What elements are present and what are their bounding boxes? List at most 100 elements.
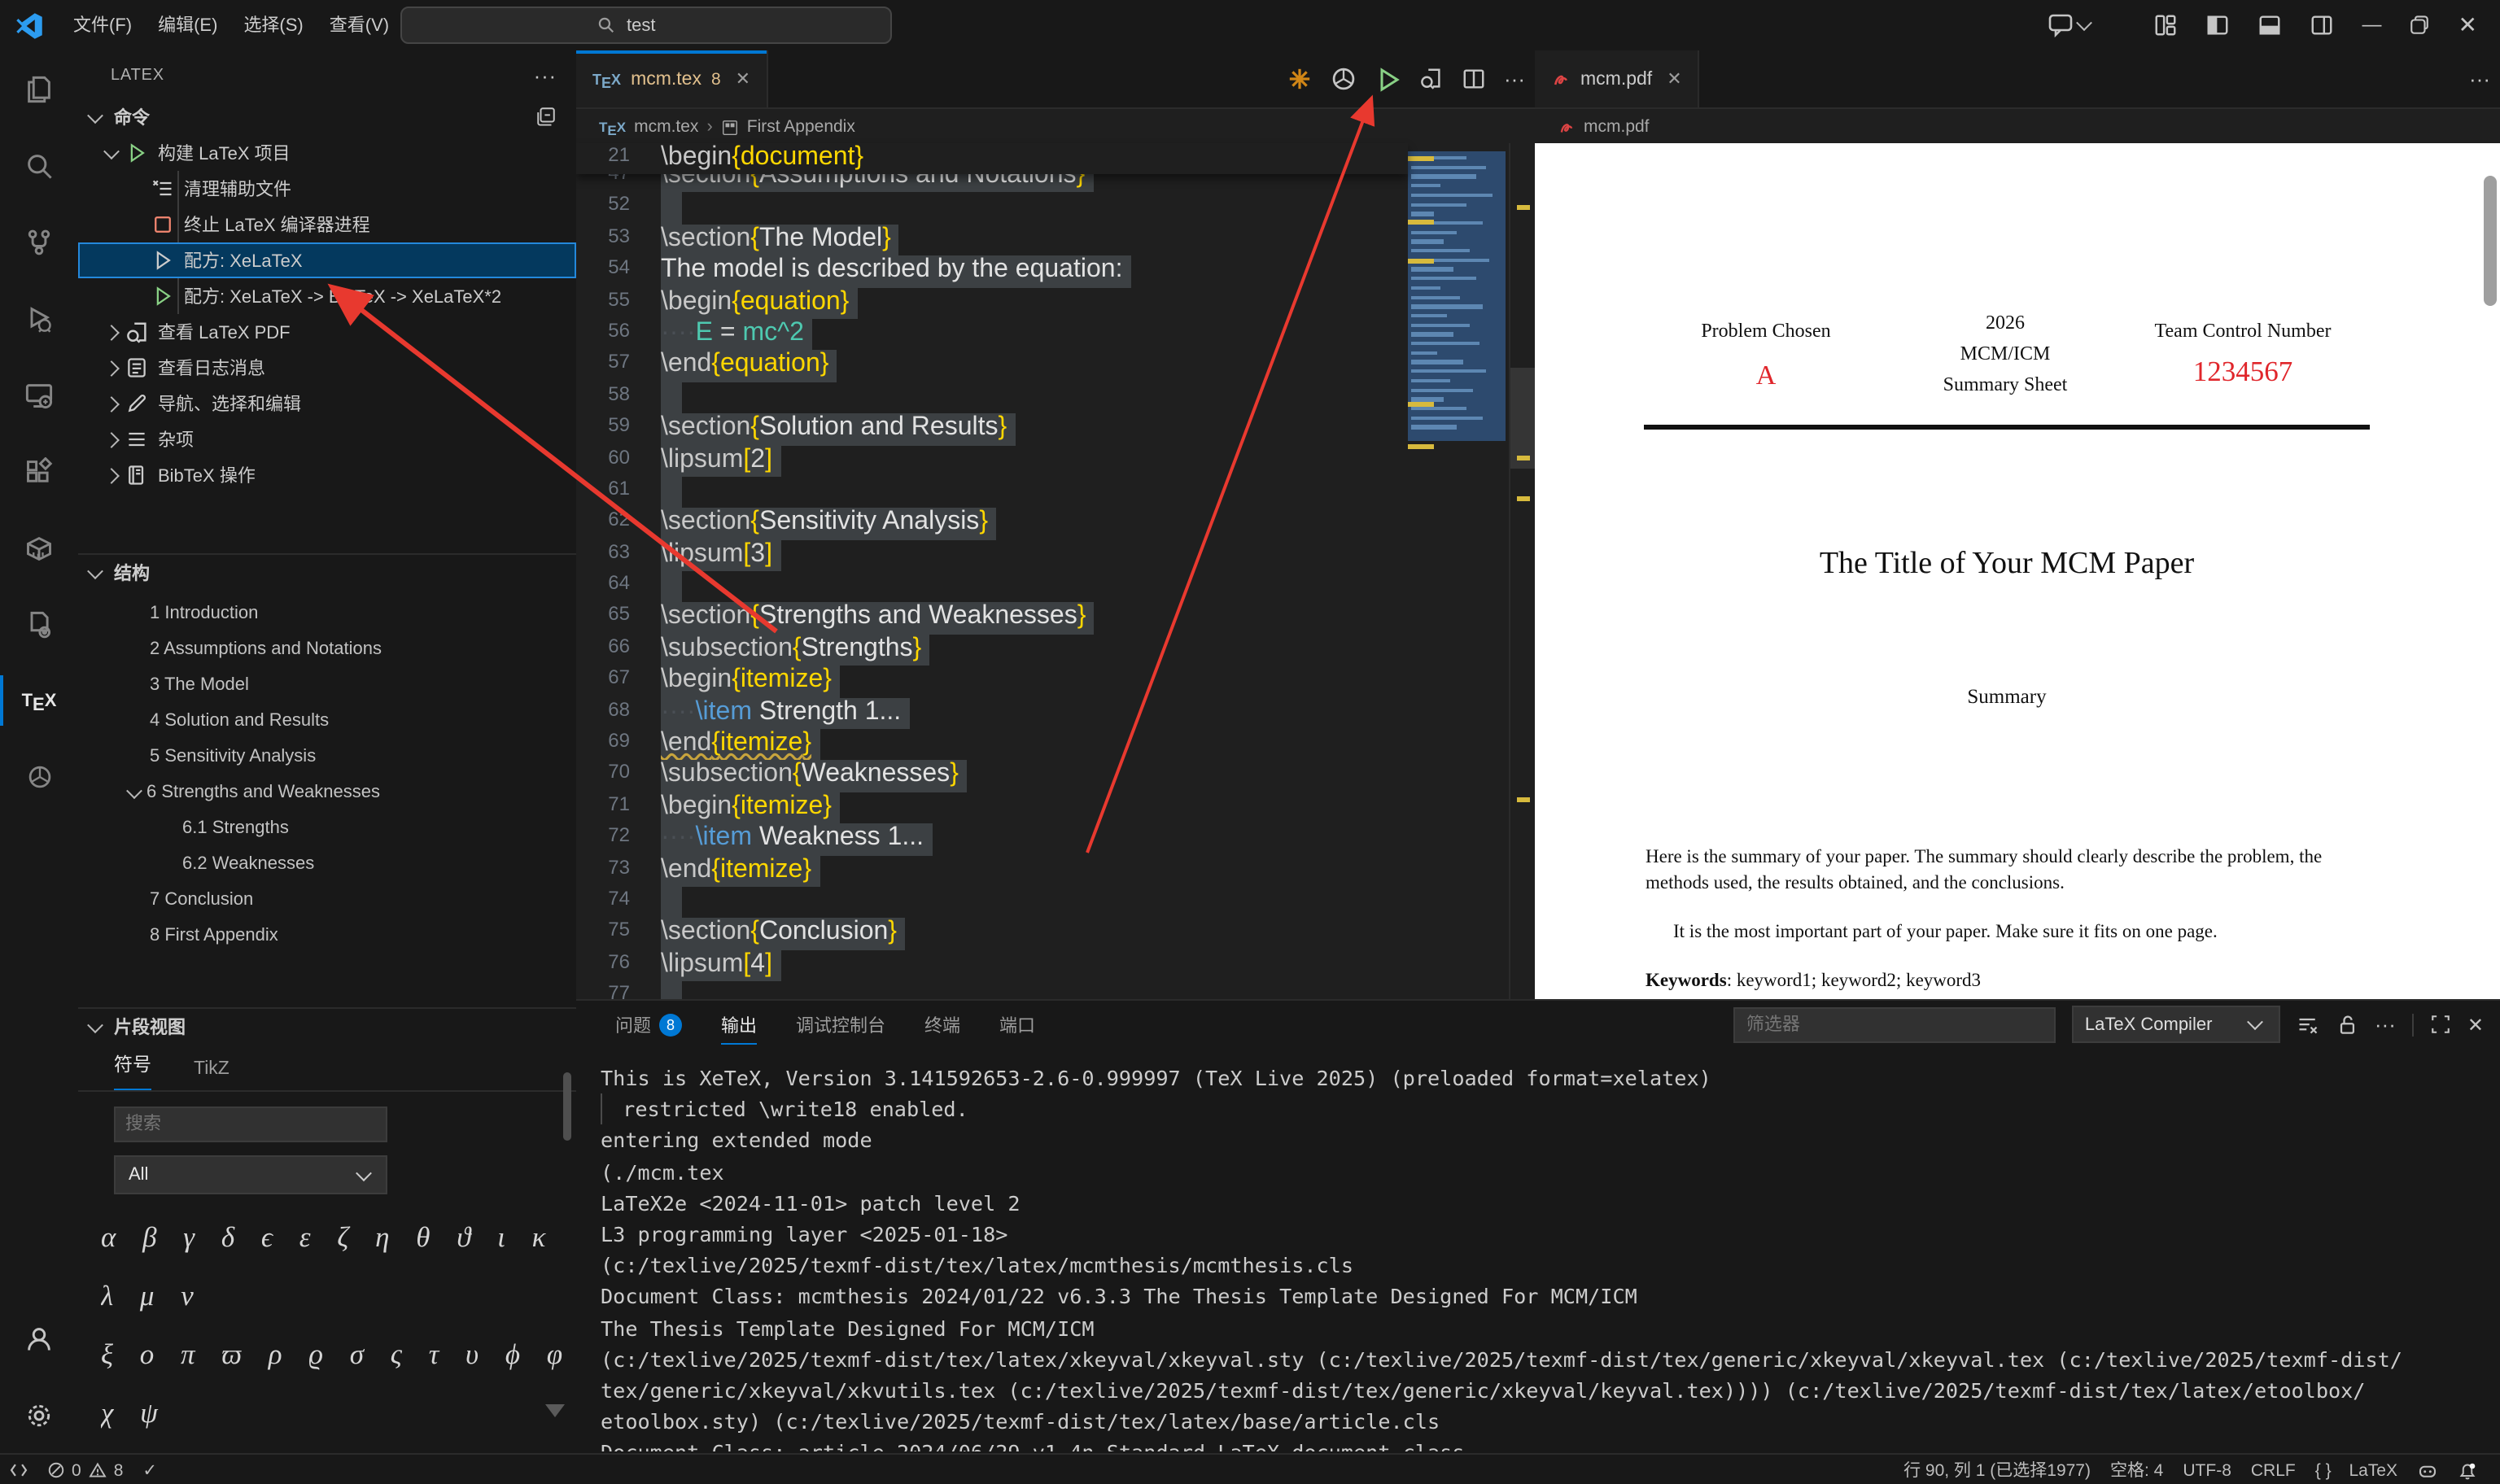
code-line-77[interactable]: 77	[576, 981, 1408, 999]
scroll-down-icon[interactable]	[545, 1404, 565, 1417]
code-line-74[interactable]: 74	[576, 886, 1408, 919]
remote-explorer-icon[interactable]	[0, 356, 78, 433]
settings-gear-icon[interactable]	[0, 1377, 78, 1453]
customize-layout-icon[interactable]	[2154, 12, 2179, 37]
structure-item-6[interactable]: 6.1 Strengths	[78, 810, 576, 846]
breadcrumb-file[interactable]: mcm.tex	[634, 117, 698, 137]
code-line-59[interactable]: 59 \section{Solution and Results}	[576, 413, 1408, 446]
snippet-tab-符号[interactable]: 符号	[114, 1051, 151, 1090]
command-item-6[interactable]: 查看日志消息	[78, 350, 576, 386]
code-line-76[interactable]: 76 \lipsum[4]	[576, 949, 1408, 982]
code-line-66[interactable]: 66 \subsection{Strengths}	[576, 634, 1408, 666]
source-control-icon[interactable]	[0, 203, 78, 280]
structure-item-9[interactable]: 8 First Appendix	[78, 918, 576, 954]
code-line-61[interactable]: 61	[576, 476, 1408, 508]
more-actions-icon[interactable]: ···	[1504, 64, 1525, 94]
close-icon[interactable]: ✕	[736, 68, 750, 89]
command-center-search[interactable]	[400, 7, 892, 44]
debug-icon[interactable]	[0, 280, 78, 356]
panel-tab-1[interactable]: 输出	[721, 1001, 757, 1050]
code-line-47[interactable]: 47\section{Assumptions and Notations}	[576, 174, 1408, 193]
command-item-4[interactable]: 配方: XeLaTeX -> BibTeX -> XeLaTeX*2	[78, 278, 576, 314]
output-channel-select[interactable]: LaTeX Compiler	[2071, 1006, 2280, 1043]
code-line-67[interactable]: 67 \begin{itemize}	[576, 666, 1408, 698]
minimap[interactable]	[1408, 143, 1509, 999]
scrollbar-thumb[interactable]	[2484, 176, 2497, 306]
output-log[interactable]: This is XeTeX, Version 3.141592653-2.6-0…	[601, 1063, 2490, 1451]
latex-workshop-icon[interactable]: TEX	[0, 662, 78, 739]
toggle-panel-icon[interactable]	[2258, 12, 2283, 37]
overview-ruler[interactable]	[1509, 143, 1535, 999]
minimize-icon[interactable]: —	[2362, 13, 2382, 36]
search-input[interactable]	[623, 14, 695, 37]
more-actions-icon[interactable]: ···	[2469, 67, 2490, 91]
view-pdf-icon[interactable]	[1419, 67, 1444, 91]
code-line-69[interactable]: 69 \end{itemize}	[576, 729, 1408, 761]
split-editor-icon[interactable]	[1462, 67, 1486, 91]
code-line-75[interactable]: 75 \section{Conclusion}	[576, 918, 1408, 950]
maximize-panel-icon[interactable]	[2430, 1014, 2451, 1035]
panel-tab-0[interactable]: 问题 8	[615, 1001, 682, 1050]
toggle-sidebar-icon[interactable]	[2206, 12, 2231, 37]
restore-icon[interactable]	[2410, 14, 2431, 35]
panel-tab-3[interactable]: 终端	[924, 1001, 960, 1050]
scrollbar-thumb[interactable]	[1510, 368, 1535, 469]
indentation-status[interactable]: 空格: 4	[2100, 1455, 2173, 1484]
pdf-preview[interactable]: Problem Chosen A 2026 MCM/ICM Summary Sh…	[1535, 143, 2500, 999]
structure-item-4[interactable]: 5 Sensitivity Analysis	[78, 739, 576, 775]
bell-icon[interactable]	[2448, 1455, 2487, 1484]
structure-item-2[interactable]: 3 The Model	[78, 667, 576, 703]
structure-item-1[interactable]: 2 Assumptions and Notations	[78, 631, 576, 667]
code-line-64[interactable]: 64	[576, 571, 1408, 603]
symbol-grid[interactable]: α β γ δ ϵ ε ζ η θ ϑ ι κ λ μ νξ ο π ϖ ρ ϱ…	[101, 1207, 576, 1451]
command-item-2[interactable]: 终止 LaTeX 编译器进程	[78, 207, 576, 242]
code-line-71[interactable]: 71 \begin{itemize}	[576, 792, 1408, 824]
openai-icon[interactable]	[1330, 65, 1357, 93]
code-line-68[interactable]: 68 ····\item Strength 1...	[576, 697, 1408, 730]
close-icon[interactable]: ✕	[2458, 11, 2477, 38]
starburst-icon[interactable]	[1287, 67, 1312, 91]
code-area[interactable]: 52 53 \section{The Model} 54 The model is de…	[576, 192, 1408, 999]
collapse-all-icon[interactable]	[535, 106, 557, 127]
tab-mcm-pdf[interactable]: mcm.pdf ✕	[1535, 50, 1700, 107]
check-status-icon[interactable]: ✓	[133, 1455, 167, 1484]
structure-item-7[interactable]: 6.2 Weaknesses	[78, 846, 576, 882]
code-line-53[interactable]: 53 \section{The Model}	[576, 224, 1408, 256]
menu-2[interactable]: 选择(S)	[230, 9, 316, 41]
code-line-73[interactable]: 73 \end{itemize}	[576, 855, 1408, 887]
structure-item-3[interactable]: 4 Solution and Results	[78, 703, 576, 739]
explorer-icon[interactable]	[0, 50, 78, 127]
symbol-search-input[interactable]	[114, 1106, 387, 1142]
code-line-52[interactable]: 52	[576, 192, 1408, 225]
account-icon[interactable]	[0, 1300, 78, 1377]
structure-item-8[interactable]: 7 Conclusion	[78, 882, 576, 918]
code-line-21[interactable]: 21 \begin{document}	[576, 143, 1408, 175]
cpp-icon[interactable]	[0, 586, 78, 662]
code-line-62[interactable]: 62 \section{Sensitivity Analysis}	[576, 508, 1408, 540]
problems-status[interactable]: 0 8	[37, 1455, 133, 1484]
menu-0[interactable]: 文件(F)	[60, 9, 145, 41]
cursor-position[interactable]: 行 90, 列 1 (已选择1977)	[1894, 1455, 2100, 1484]
section-snippets[interactable]: 片段视图	[78, 1007, 576, 1045]
remote-indicator[interactable]	[0, 1455, 37, 1484]
structure-item-5[interactable]: 6 Strengths and Weaknesses	[78, 775, 576, 810]
language-mode[interactable]: { } LaTeX	[2306, 1455, 2407, 1484]
command-item-3[interactable]: 配方: XeLaTeX	[78, 242, 576, 278]
command-item-1[interactable]: 清理辅助文件	[78, 171, 576, 207]
container-icon[interactable]	[0, 509, 78, 586]
extensions-icon[interactable]	[0, 433, 78, 509]
code-line-70[interactable]: 70 \subsection{Weaknesses}	[576, 760, 1408, 792]
command-item-7[interactable]: 导航、选择和编辑	[78, 386, 576, 421]
breadcrumb-symbol[interactable]: First Appendix	[747, 117, 855, 137]
code-line-72[interactable]: 72 ····\item Weakness 1...	[576, 823, 1408, 856]
command-item-0[interactable]: 构建 LaTeX 项目	[78, 135, 576, 171]
command-item-9[interactable]: BibTeX 操作	[78, 457, 576, 493]
code-line-57[interactable]: 57 \end{equation}	[576, 350, 1408, 382]
snippet-tab-TikZ[interactable]: TikZ	[194, 1059, 229, 1090]
code-line-65[interactable]: 65 \section{Strengths and Weaknesses}	[576, 602, 1408, 635]
code-line-63[interactable]: 63 \lipsum[3]	[576, 539, 1408, 572]
code-line-54[interactable]: 54 The model is described by the equation…	[576, 255, 1408, 288]
panel-tab-4[interactable]: 端口	[999, 1001, 1035, 1050]
section-structure[interactable]: 结构	[78, 553, 576, 591]
scrollbar-thumb[interactable]	[563, 1072, 571, 1141]
